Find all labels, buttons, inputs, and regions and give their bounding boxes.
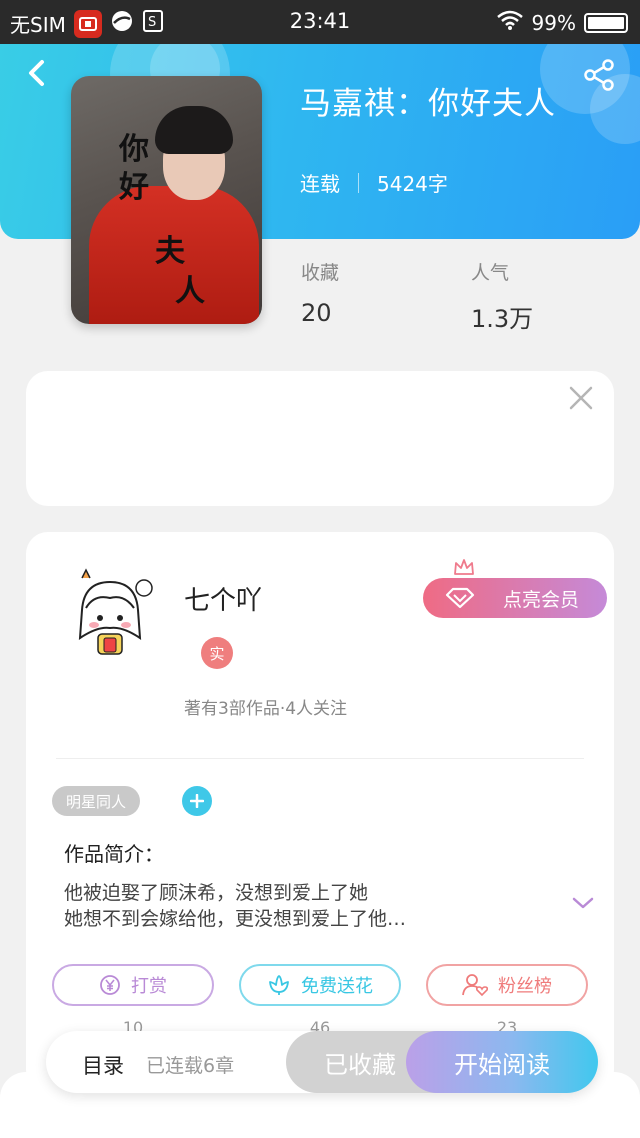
status-right: 99% [496, 9, 628, 36]
vip-button[interactable]: 点亮会员 [423, 578, 607, 618]
collected-label: 已收藏 [324, 1050, 396, 1079]
stat-label: 收藏 [301, 262, 340, 284]
ad-card [26, 371, 614, 506]
serial-status: 连载 [300, 172, 340, 196]
vip-label: 点亮会员 [502, 588, 579, 611]
book-cover[interactable]: 你 好 夫 人 [71, 76, 262, 324]
wifi-icon [496, 9, 524, 36]
reward-label: 打赏 [131, 976, 167, 997]
battery-percent: 99% [531, 10, 576, 35]
add-tag-button[interactable] [182, 786, 212, 816]
start-reading-button[interactable]: 开始阅读 [406, 1031, 598, 1093]
verified-badge: 实 [201, 637, 233, 669]
diamond-icon [445, 587, 475, 614]
expand-button[interactable] [572, 895, 594, 914]
start-reading-label: 开始阅读 [454, 1050, 550, 1079]
genre-tag[interactable]: 明星同人 [52, 786, 141, 816]
stat-value: 20 [301, 299, 332, 327]
fan-ranking-button[interactable]: 粉丝榜 [426, 964, 588, 1006]
stat-popularity: 人气 1.3万 [471, 258, 533, 334]
flower-icon [269, 975, 289, 995]
cover-char: 好 [119, 170, 149, 205]
stat-value: 1.3万 [471, 305, 534, 333]
avatar-illustration [63, 568, 157, 663]
reward-button[interactable]: 打赏 [52, 964, 214, 1006]
author-avatar[interactable] [62, 568, 158, 664]
send-flower-label: 免费送花 [301, 976, 373, 997]
back-button[interactable] [20, 56, 54, 90]
close-button[interactable] [568, 385, 594, 411]
bottom-action-bar: 目录 已连载6章 已收藏 开始阅读 [46, 1031, 598, 1093]
user-heart-icon [462, 974, 488, 997]
intro-line: 她想不到会嫁给他，更没想到爱上了他… [64, 908, 407, 930]
plus-icon [190, 794, 204, 808]
battery-icon [584, 12, 628, 33]
close-icon [569, 386, 593, 410]
crown-icon [453, 558, 475, 582]
book-meta: 连载 5424字 [300, 168, 448, 197]
intro-line: 他被迫娶了顾沫希，没想到爱上了她 [64, 882, 369, 904]
share-button[interactable] [582, 58, 616, 92]
section-divider [56, 758, 584, 759]
cover-char: 人 [175, 274, 205, 309]
stat-favorites: 收藏 20 [301, 258, 339, 327]
author-name[interactable]: 七个吖 [184, 580, 262, 617]
word-count: 5424字 [377, 172, 448, 196]
fan-ranking-label: 粉丝榜 [498, 976, 552, 997]
cover-figure [155, 106, 233, 154]
chevron-down-icon [572, 897, 594, 909]
details-card: 七个吖 实 著有3部作品·4人关注 点亮会员 明星同人 作品简介： 他被迫娶了顾… [26, 532, 614, 1092]
meta-divider [358, 172, 359, 193]
share-icon [584, 59, 614, 91]
author-info: 著有3部作品·4人关注 [184, 699, 348, 719]
action-buttons: 打赏 免费送花 粉丝榜 [52, 964, 588, 1006]
intro-label: 作品简介： [64, 842, 164, 866]
stat-label: 人气 [471, 262, 510, 284]
book-title: 马嘉祺：你好夫人 [300, 86, 556, 122]
toc-button[interactable]: 目录 [82, 1050, 124, 1080]
chapter-count: 已连载6章 [146, 1055, 235, 1077]
status-bar: 无SIM S 23:41 99% [0, 0, 640, 44]
yen-coin-icon [100, 975, 120, 995]
cover-char: 夫 [155, 234, 185, 269]
chevron-left-icon [29, 60, 44, 86]
send-flower-button[interactable]: 免费送花 [239, 964, 401, 1006]
intro-text: 他被迫娶了顾沫希，没想到爱上了她 她想不到会嫁给他，更没想到爱上了他… [64, 880, 564, 932]
